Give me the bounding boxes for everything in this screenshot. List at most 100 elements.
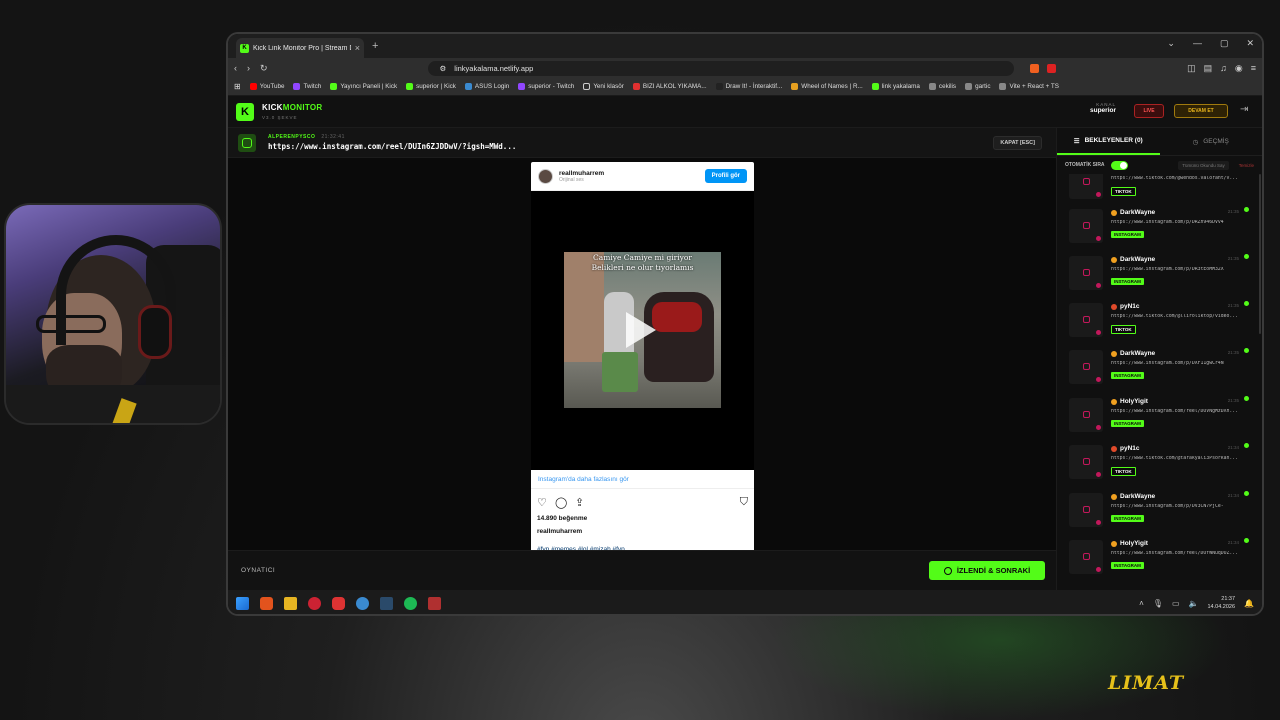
video-player[interactable]: Camiye Camiye mi giriyor Belikleri ne ol… [531, 191, 754, 470]
platform-badge: TIKTOK [1111, 187, 1136, 196]
new-tab-button[interactable]: + [372, 40, 378, 52]
heart-icon[interactable]: ♡ [537, 496, 547, 509]
queue-item-time: 21:35 [1227, 209, 1239, 214]
brave-rewards-icon[interactable] [1046, 63, 1056, 73]
menu-icon[interactable]: ≡ [1251, 63, 1256, 74]
address-bar-row: ‹ › ↻ ⚙ linkyakalama.netlify.app ◫ ▤ ♫ ◉… [228, 58, 1262, 78]
mic-icon[interactable]: 🎙 [1153, 599, 1163, 608]
bookmark-item[interactable]: superior | Kick [406, 83, 456, 90]
logout-icon[interactable]: ⇥ [1240, 104, 1248, 115]
queue-item[interactable]: pyN1c 21:35 https://www.tiktok.com/@llirol… [1065, 300, 1251, 342]
app-icon[interactable] [332, 596, 345, 610]
system-clock[interactable]: 21:37 14.04.2026 [1208, 595, 1236, 611]
avatar[interactable] [538, 168, 553, 184]
view-profile-button[interactable]: Profili gör [704, 169, 747, 183]
play-icon[interactable] [626, 312, 656, 348]
online-status-dot [1244, 538, 1249, 543]
bookmark-item[interactable]: ASUS Login [464, 83, 509, 90]
volume-icon[interactable]: 🔈 [1189, 599, 1199, 608]
queue-item[interactable]: pyN1c 21:34 https://www.tiktok.com/@taraky… [1065, 442, 1251, 484]
watched-next-button[interactable]: İZLENDİ & SONRAKİ [929, 561, 1045, 580]
player-footer: OYNATICI İZLENDİ & SONRAKİ [228, 550, 1056, 590]
current-link-url[interactable]: https://www.instagram.com/reel/DUIn6ZJDD… [268, 142, 516, 151]
bookmark-item[interactable]: link yakalama [871, 83, 920, 90]
embed-subtitle: Orijinal ses [559, 176, 584, 183]
clear-button[interactable]: Temizle [1239, 163, 1254, 168]
more-on-instagram-link[interactable]: Instagram'da daha fazlasını gör [538, 476, 629, 483]
url-field[interactable]: ⚙ linkyakalama.netlify.app [427, 60, 1014, 76]
profile-icon[interactable]: ◉ [1235, 63, 1243, 74]
close-tab-icon[interactable]: × [355, 43, 360, 53]
check-circle-icon [943, 566, 952, 575]
bookmark-item[interactable]: BIZI ALKOL YIKAMA... [632, 83, 707, 90]
maximize-button[interactable]: ▢ [1220, 38, 1229, 49]
app-icon[interactable] [308, 596, 321, 610]
queue-item[interactable]: DarkWayne 21:35 https://www.instagram.com/… [1065, 206, 1251, 248]
steam-icon[interactable] [380, 596, 393, 610]
video-caption: Camiye Camiye mi giriyor Belikleri ne ol… [591, 253, 694, 272]
share-icon[interactable]: ⇪ [575, 496, 584, 509]
queue-item[interactable]: https://www.tiktok.com/@wendos.valorant/… [1065, 174, 1251, 204]
bookmark-icon[interactable]: ⛉ [740, 496, 748, 509]
start-icon[interactable] [236, 596, 249, 610]
bookmark-item[interactable]: Vite + React + TS [999, 83, 1059, 90]
mark-all-read-button[interactable]: Tümünü Okundu Say [1178, 160, 1229, 170]
brave-icon[interactable] [260, 596, 273, 610]
back-icon[interactable]: ‹ [234, 63, 237, 73]
queue-item-time: 21:35 [1227, 350, 1239, 355]
browser-tab[interactable]: K Kick Link Monitor Pro | Stream D × [236, 38, 364, 58]
auto-queue-toggle[interactable] [1110, 160, 1128, 170]
app-icon[interactable] [356, 596, 369, 610]
tiktok-icon [1069, 303, 1103, 337]
chevron-up-icon[interactable]: ˄ [1139, 599, 1144, 608]
instagram-embed: reallmuharrem Orijinal ses Profili gör C… [531, 162, 754, 558]
embed-username[interactable]: reallmuharrem [559, 170, 604, 177]
brave-shield-icon[interactable] [1029, 63, 1039, 73]
queue-item-url: https://www.instagram.com/p/DV3CN7PjCe- [1111, 504, 1224, 509]
queue-item[interactable]: HolyYigit 21:35 https://www.instagram.com/… [1065, 395, 1251, 437]
bookmark-item[interactable]: cekilis [928, 83, 956, 90]
live-button[interactable]: LIVE [1134, 104, 1164, 118]
queue-item[interactable]: DarkWayne 21:35 https://www.instagram.com/… [1065, 347, 1251, 389]
bookmark-item[interactable]: Wheel of Names | R... [791, 83, 863, 90]
tab-history[interactable]: ◷ GEÇMİŞ [1160, 128, 1263, 155]
tab-waiting[interactable]: ☰ BEKLEYENLER (0) [1057, 128, 1160, 155]
close-window-button[interactable]: ✕ [1246, 38, 1254, 49]
queue-item-url: https://www.tiktok.com/@lliroliktop/vide… [1111, 314, 1239, 319]
queue-scrollbar[interactable] [1259, 174, 1261, 334]
bookmark-item[interactable]: Draw It! - İnteraktif... [715, 83, 782, 90]
file-explorer-icon[interactable] [284, 596, 297, 610]
post-author[interactable]: reallmuharrem [537, 528, 582, 535]
online-status-dot [1244, 491, 1249, 496]
app-icon[interactable] [428, 596, 441, 610]
apps-grid-icon[interactable]: ⊞ [234, 82, 241, 91]
bookmark-item[interactable]: Twitch [293, 83, 321, 90]
close-link-button[interactable]: KAPAT [ESC] [993, 136, 1042, 150]
notification-icon[interactable]: 🔔 [1244, 599, 1254, 608]
video-frame[interactable]: Camiye Camiye mi giriyor Belikleri ne ol… [564, 252, 721, 408]
sidebar-icon[interactable]: ▤ [1204, 63, 1213, 74]
queue-item[interactable]: HolyYigit 21:34 https://www.instagram.com/… [1065, 537, 1251, 579]
wallet-icon[interactable]: ◫ [1187, 63, 1196, 74]
queue-item[interactable]: DarkWayne 21:35 https://www.instagram.com/… [1065, 253, 1251, 295]
network-icon[interactable]: ▭ [1172, 599, 1180, 608]
music-icon[interactable]: ♫ [1220, 63, 1227, 74]
app-root: K KICKMONITOR V3.0 ŞEKVE KANAL superior … [228, 96, 1262, 590]
instagram-icon [1069, 350, 1103, 384]
queue-item[interactable]: DarkWayne 21:34 https://www.instagram.com/… [1065, 490, 1251, 532]
chevron-down-icon[interactable]: ⌄ [1167, 38, 1175, 49]
bookmark-item[interactable]: Yayıncı Paneli | Kick [330, 83, 397, 90]
queue-item-user: HolyYigit [1111, 398, 1148, 405]
spotify-icon[interactable] [404, 596, 417, 610]
minimize-button[interactable]: — [1193, 38, 1202, 49]
bookmark-folder[interactable]: Yeni klasör [583, 83, 624, 90]
comment-icon[interactable]: ◯ [555, 496, 567, 509]
reload-icon[interactable]: ↻ [260, 63, 268, 74]
bookmark-item[interactable]: YouTube [249, 83, 284, 90]
bookmark-item[interactable]: superior - Twitch [518, 83, 574, 90]
channel-name: superior [1090, 107, 1117, 114]
bookmark-item[interactable]: gartic [965, 83, 990, 90]
forward-icon[interactable]: › [247, 63, 250, 73]
site-info-icon[interactable]: ⚙ [440, 64, 447, 73]
continue-button[interactable]: DEVAM ET [1174, 104, 1228, 118]
